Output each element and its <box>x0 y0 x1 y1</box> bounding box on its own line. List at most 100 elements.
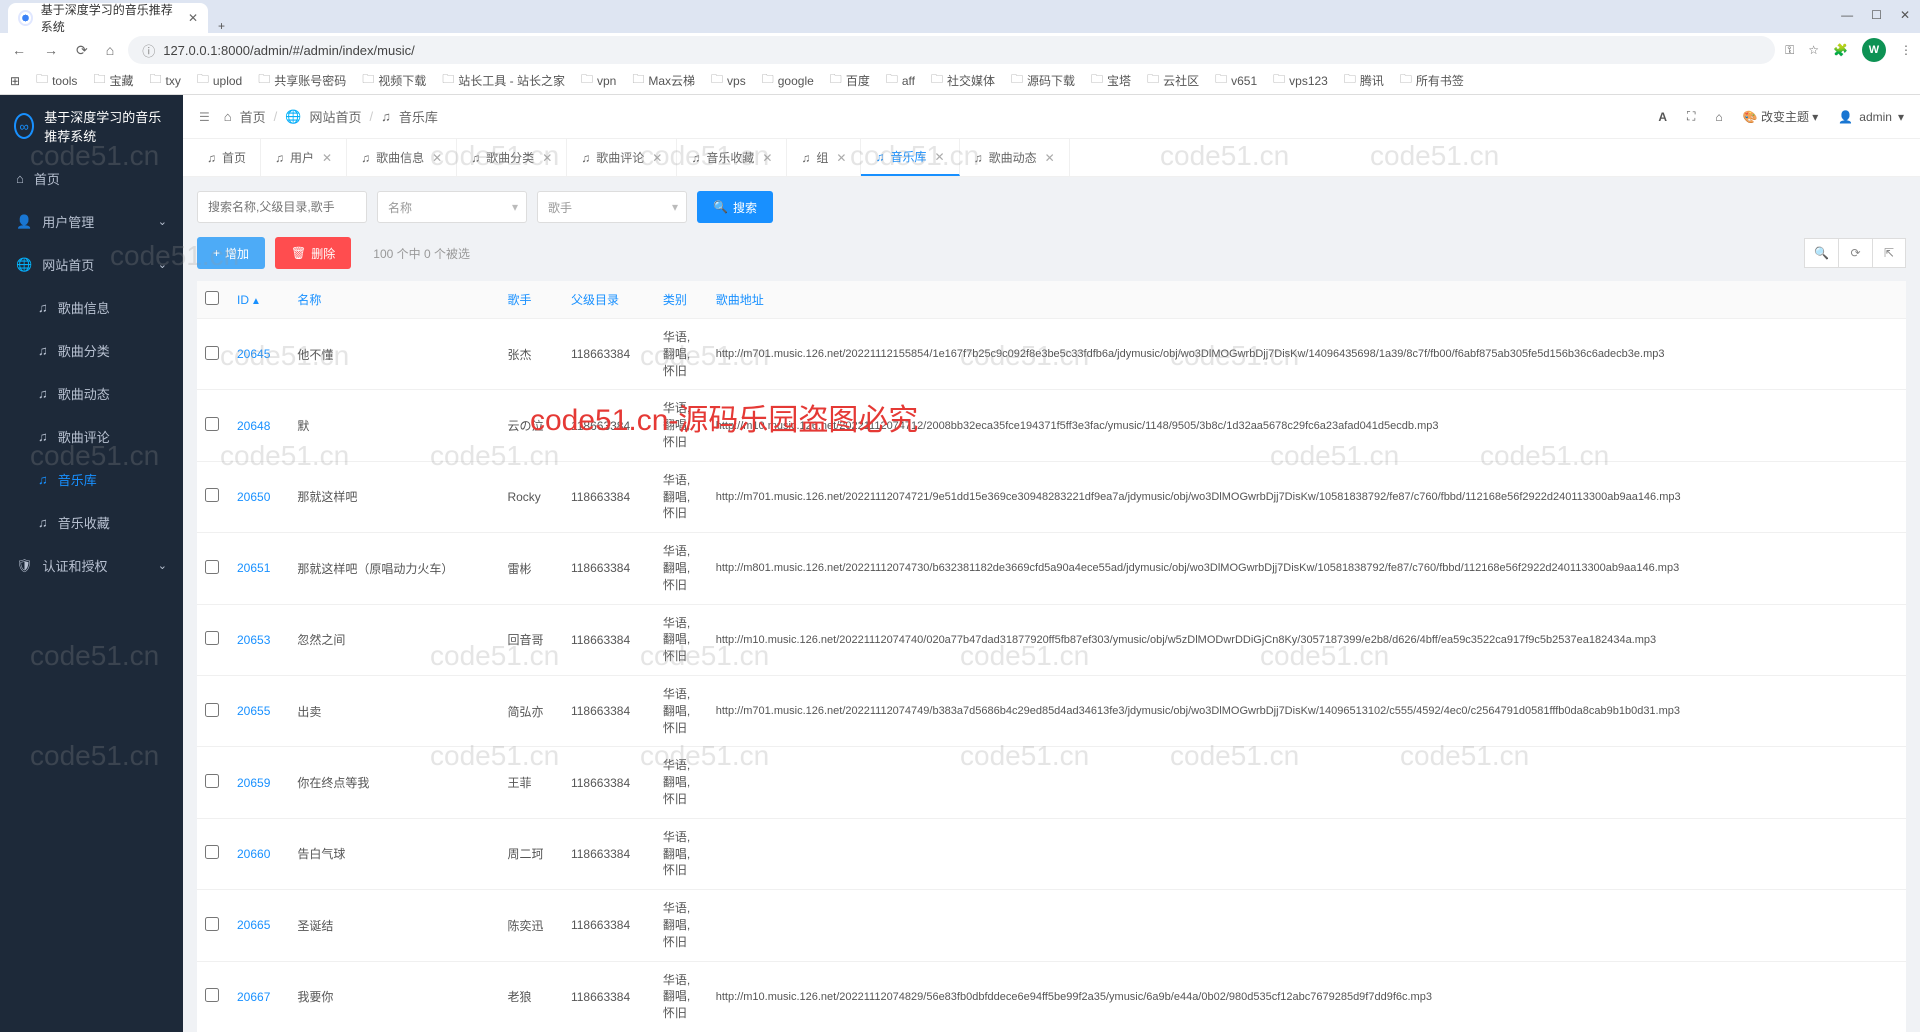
table-row[interactable]: 20645他不懂张杰118663384华语,翻唱,怀旧http://m701.m… <box>197 319 1906 390</box>
extension-icon[interactable]: 🧩 <box>1833 43 1848 57</box>
font-icon[interactable]: A <box>1658 110 1667 124</box>
table-row[interactable]: 20660告白气球周二珂118663384华语,翻唱,怀旧 <box>197 818 1906 889</box>
tab-歌曲评论[interactable]: ♫歌曲评论✕ <box>567 139 677 176</box>
tab-close-icon[interactable]: ✕ <box>652 151 662 165</box>
row-checkbox[interactable] <box>205 346 219 360</box>
table-row[interactable]: 20653忽然之间回音哥118663384华语,翻唱,怀旧http://m10.… <box>197 604 1906 675</box>
url-input[interactable]: ⓘ 127.0.0.1:8000/admin/#/admin/index/mus… <box>128 36 1775 64</box>
table-row[interactable]: 20667我要你老狼118663384华语,翻唱,怀旧http://m10.mu… <box>197 961 1906 1032</box>
app-logo[interactable]: ∞ 基于深度学习的音乐推荐系统 <box>0 95 183 157</box>
bookmark-item[interactable]: 🗀google <box>762 70 814 91</box>
reload-icon[interactable]: ⟳ <box>72 38 92 63</box>
tab-close-icon[interactable]: ✕ <box>836 151 846 165</box>
tab-音乐收藏[interactable]: ♫音乐收藏✕ <box>677 139 787 176</box>
bookmark-item[interactable]: 🗀站长工具 - 站长之家 <box>442 70 565 91</box>
tab-歌曲动态[interactable]: ♫歌曲动态✕ <box>960 139 1070 176</box>
minimize-icon[interactable]: — <box>1841 8 1853 22</box>
bookmark-item[interactable]: 🗀宝塔 <box>1091 70 1131 91</box>
sidebar-item-音乐收藏[interactable]: ♫音乐收藏 <box>0 501 183 544</box>
sidebar-item-首页[interactable]: ⌂首页 <box>0 157 183 200</box>
row-checkbox[interactable] <box>205 774 219 788</box>
bookmark-item[interactable]: 🗀aff <box>886 70 915 91</box>
row-id[interactable]: 20650 <box>229 461 289 532</box>
sidebar-item-网站首页[interactable]: 🌐网站首页⌄ <box>0 243 183 286</box>
browser-tab[interactable]: 基于深度学习的音乐推荐系统 ✕ <box>8 3 208 33</box>
home-link-icon[interactable]: ⌂ <box>1715 110 1722 124</box>
collapse-icon[interactable]: ☰ <box>199 110 210 124</box>
bookmark-item[interactable]: 🗀腾讯 <box>1344 70 1384 91</box>
table-row[interactable]: 20650那就这样吧Rocky118663384华语,翻唱,怀旧http://m… <box>197 461 1906 532</box>
add-button[interactable]: +增加 <box>197 237 265 269</box>
tab-close-icon[interactable]: ✕ <box>762 151 772 165</box>
name-select[interactable]: 名称 <box>377 191 527 223</box>
apps-icon[interactable]: ⊞ <box>10 74 20 88</box>
column-header[interactable]: 父级目录 <box>563 281 655 319</box>
back-icon[interactable]: ← <box>8 38 30 62</box>
sidebar-item-歌曲分类[interactable]: ♫歌曲分类 <box>0 329 183 372</box>
bookmark-item[interactable]: 🗀uplod <box>197 70 242 91</box>
theme-switcher[interactable]: 🎨 改变主题 ▾ <box>1743 108 1819 125</box>
bookmark-item[interactable]: 🗀云社区 <box>1147 70 1199 91</box>
profile-avatar[interactable]: W <box>1862 38 1886 62</box>
bookmark-item[interactable]: 🗀社交媒体 <box>931 70 995 91</box>
row-checkbox[interactable] <box>205 631 219 645</box>
table-row[interactable]: 20648默云の泣118663384华语,翻唱,怀旧http://m10.mus… <box>197 390 1906 461</box>
row-checkbox[interactable] <box>205 703 219 717</box>
tab-close-icon[interactable]: ✕ <box>542 151 552 165</box>
key-icon[interactable]: ⚿ <box>1785 43 1794 58</box>
bookmark-item[interactable]: 🗀Max云梯 <box>632 70 695 91</box>
bookmark-item[interactable]: 🗀vps <box>711 70 746 91</box>
tab-close-icon[interactable]: ✕ <box>188 11 198 25</box>
table-row[interactable]: 20651那就这样吧（原唱动力火车）雷彬118663384华语,翻唱,怀旧htt… <box>197 533 1906 604</box>
close-window-icon[interactable]: ✕ <box>1900 8 1910 22</box>
fullscreen-icon[interactable]: ⛶ <box>1687 109 1695 124</box>
search-toggle-icon[interactable]: 🔍 <box>1804 238 1838 268</box>
sidebar-item-歌曲评论[interactable]: ♫歌曲评论 <box>0 415 183 458</box>
bookmark-item[interactable]: 🗀视频下载 <box>362 70 426 91</box>
row-id[interactable]: 20653 <box>229 604 289 675</box>
search-button[interactable]: 🔍搜索 <box>697 191 773 223</box>
delete-button[interactable]: 🗑删除 <box>275 237 351 269</box>
column-header[interactable]: 歌曲地址 <box>708 281 1906 319</box>
bookmark-item[interactable]: 🗀txy <box>149 70 180 91</box>
menu-icon[interactable]: ⋮ <box>1900 43 1912 57</box>
row-checkbox[interactable] <box>205 417 219 431</box>
column-header[interactable]: 类别 <box>655 281 708 319</box>
bookmark-item[interactable]: 🗀宝藏 <box>93 70 133 91</box>
select-all-checkbox[interactable] <box>205 291 219 305</box>
home-icon[interactable]: ⌂ <box>102 38 118 62</box>
user-menu[interactable]: 👤 admin ▾ <box>1838 110 1904 124</box>
row-id[interactable]: 20655 <box>229 675 289 746</box>
bookmark-item[interactable]: 🗀vpn <box>581 70 616 91</box>
row-checkbox[interactable] <box>205 988 219 1002</box>
refresh-icon[interactable]: ⟳ <box>1838 238 1872 268</box>
row-id[interactable]: 20648 <box>229 390 289 461</box>
tab-歌曲信息[interactable]: ♫歌曲信息✕ <box>347 139 457 176</box>
singer-select[interactable]: 歌手 <box>537 191 687 223</box>
row-id[interactable]: 20645 <box>229 319 289 390</box>
tab-用户[interactable]: ♫用户✕ <box>261 139 347 176</box>
tab-首页[interactable]: ♫首页 <box>193 139 261 176</box>
tab-close-icon[interactable]: ✕ <box>1045 151 1055 165</box>
column-header[interactable]: ID▲ <box>229 281 289 319</box>
row-checkbox[interactable] <box>205 917 219 931</box>
export-icon[interactable]: ⇱ <box>1872 238 1906 268</box>
sidebar-item-音乐库[interactable]: ♫音乐库 <box>0 458 183 501</box>
tab-音乐库[interactable]: ♫音乐库✕ <box>861 139 959 176</box>
star-icon[interactable]: ☆ <box>1808 43 1819 57</box>
row-id[interactable]: 20651 <box>229 533 289 604</box>
row-checkbox[interactable] <box>205 488 219 502</box>
table-row[interactable]: 20659你在终点等我王菲118663384华语,翻唱,怀旧 <box>197 747 1906 818</box>
tab-close-icon[interactable]: ✕ <box>322 151 332 165</box>
tab-close-icon[interactable]: ✕ <box>935 150 945 164</box>
forward-icon[interactable]: → <box>40 38 62 62</box>
table-row[interactable]: 20655出卖简弘亦118663384华语,翻唱,怀旧http://m701.m… <box>197 675 1906 746</box>
sidebar-item-认证和授权[interactable]: 🛡认证和授权⌄ <box>0 544 183 587</box>
sidebar-item-用户管理[interactable]: 👤用户管理⌄ <box>0 200 183 243</box>
bookmark-item[interactable]: 🗀vps123 <box>1273 70 1328 91</box>
new-tab-button[interactable]: + <box>208 19 235 33</box>
search-input[interactable] <box>197 191 367 223</box>
row-id[interactable]: 20659 <box>229 747 289 818</box>
tab-歌曲分类[interactable]: ♫歌曲分类✕ <box>457 139 567 176</box>
bookmark-item[interactable]: 🗀源码下载 <box>1011 70 1075 91</box>
